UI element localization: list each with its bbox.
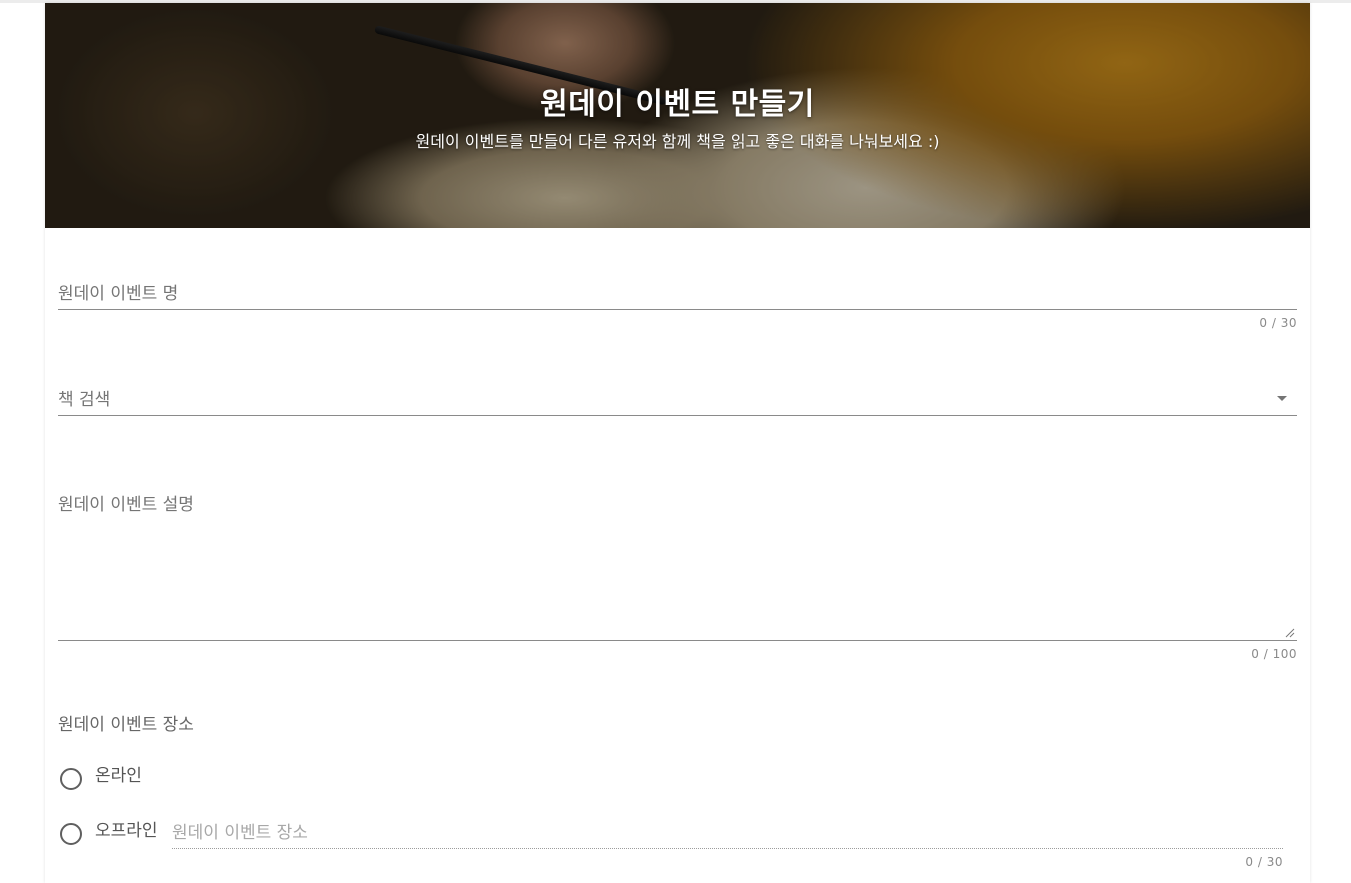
page-subtitle: 원데이 이벤트를 만들어 다른 유저와 함께 책을 읽고 좋은 대화를 나눠보세… bbox=[415, 132, 940, 151]
offline-location-input[interactable]: 원데이 이벤트 장소 0 / 30 bbox=[172, 816, 1283, 876]
radio-online[interactable]: 온라인 bbox=[60, 765, 180, 791]
event-description-label: 원데이 이벤트 설명 bbox=[58, 495, 194, 515]
radio-online-circle[interactable] bbox=[60, 768, 82, 790]
offline-location-underline bbox=[172, 848, 1283, 849]
chevron-down-icon[interactable] bbox=[1277, 396, 1287, 401]
radio-online-label[interactable]: 온라인 bbox=[95, 761, 142, 786]
radio-offline-circle[interactable] bbox=[60, 823, 82, 845]
radio-offline-label[interactable]: 오프라인 bbox=[95, 816, 158, 841]
book-search-label: 책 검색 bbox=[58, 390, 111, 410]
radio-offline[interactable]: 오프라인 bbox=[60, 820, 180, 846]
offline-location-placeholder: 원데이 이벤트 장소 bbox=[172, 823, 308, 843]
event-description-textarea[interactable]: 원데이 이벤트 설명 0 / 100 bbox=[58, 483, 1297, 665]
create-event-card: 원데이 이벤트 만들기 원데이 이벤트를 만들어 다른 유저와 함께 책을 읽고… bbox=[45, 3, 1310, 883]
event-description-underline bbox=[58, 640, 1297, 641]
offline-location-counter: 0 / 30 bbox=[1245, 855, 1283, 869]
resize-handle-icon[interactable] bbox=[1285, 628, 1295, 638]
event-name-field[interactable]: 원데이 이벤트 명 0 / 30 bbox=[58, 273, 1297, 333]
event-name-underline bbox=[58, 309, 1297, 310]
book-search-underline bbox=[58, 415, 1297, 416]
book-search-select[interactable]: 책 검색 bbox=[58, 379, 1297, 419]
event-location-label: 원데이 이벤트 장소 bbox=[58, 715, 194, 735]
hero-banner: 원데이 이벤트 만들기 원데이 이벤트를 만들어 다른 유저와 함께 책을 읽고… bbox=[45, 3, 1310, 228]
event-name-label: 원데이 이벤트 명 bbox=[58, 284, 179, 304]
event-name-counter: 0 / 30 bbox=[1259, 316, 1297, 330]
event-description-counter: 0 / 100 bbox=[1251, 647, 1297, 661]
page-title: 원데이 이벤트 만들기 bbox=[540, 87, 815, 122]
